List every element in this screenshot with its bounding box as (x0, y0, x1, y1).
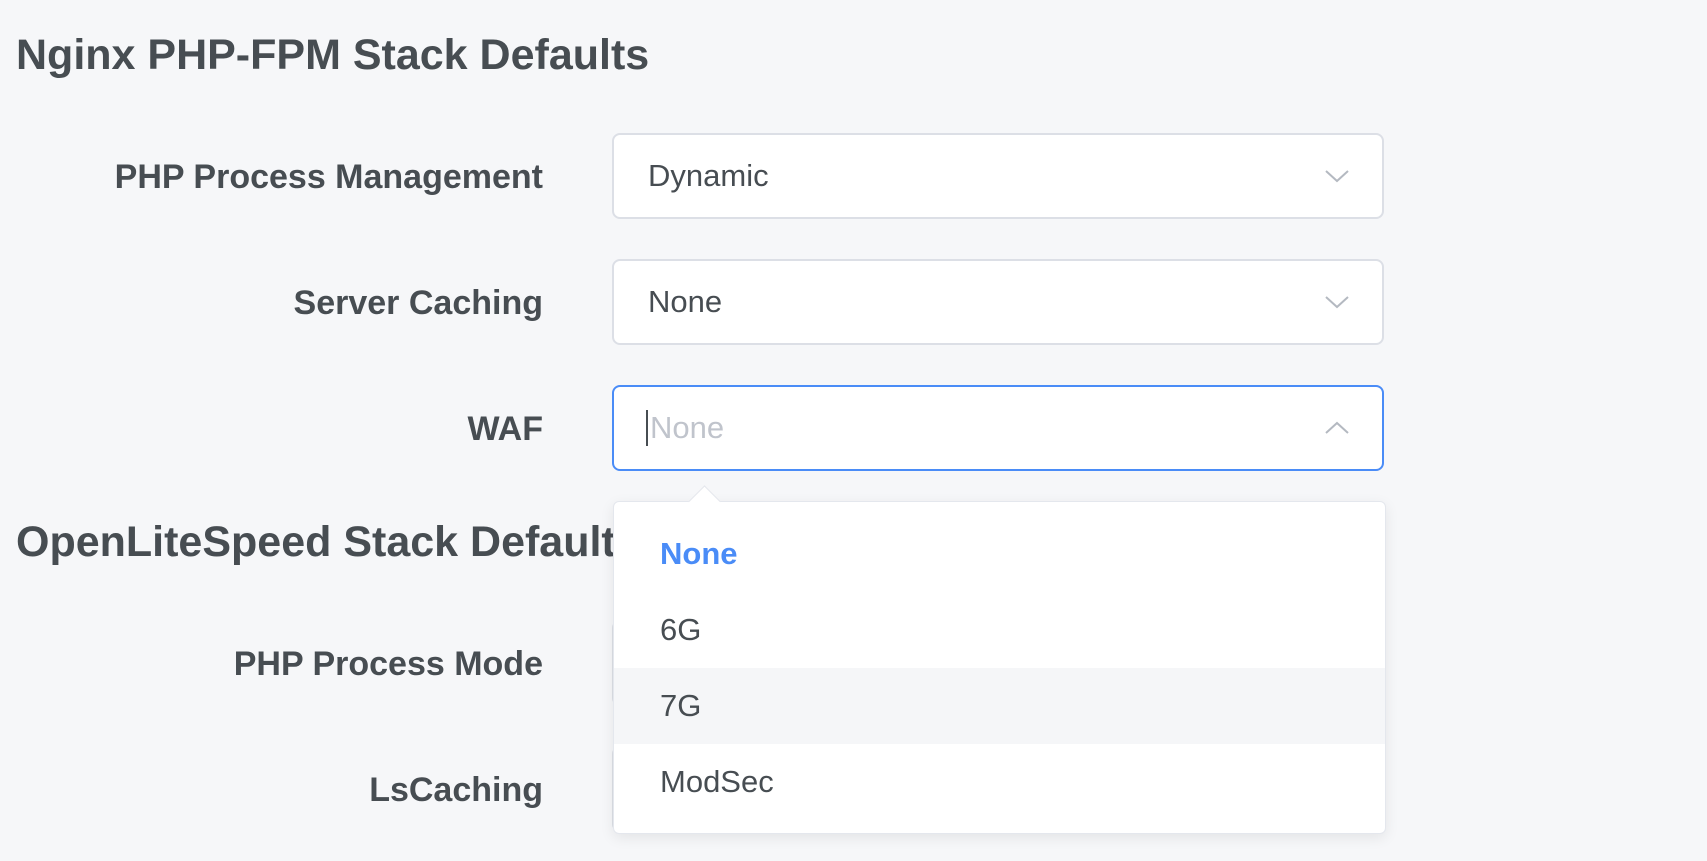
chevron-down-icon (1325, 170, 1349, 183)
waf-option-none[interactable]: None (614, 516, 1385, 592)
ols-section-title: OpenLiteSpeed Stack Defaults (16, 518, 640, 566)
server-caching-select[interactable]: None (612, 259, 1384, 345)
waf-select[interactable] (612, 385, 1384, 471)
php-process-mode-label: PHP Process Mode (233, 645, 543, 683)
php-process-management-select[interactable]: Dynamic (612, 133, 1384, 219)
lscaching-label: LsCaching (369, 771, 543, 809)
waf-option-6g[interactable]: 6G (614, 592, 1385, 668)
php-process-management-value: Dynamic (648, 158, 769, 193)
waf-dropdown-menu: None 6G 7G ModSec (613, 501, 1386, 834)
waf-label: WAF (467, 410, 543, 448)
waf-search-input[interactable] (646, 410, 1290, 446)
waf-option-modsec[interactable]: ModSec (614, 744, 1385, 820)
waf-option-7g[interactable]: 7G (614, 668, 1385, 744)
server-caching-label: Server Caching (293, 284, 543, 322)
php-process-management-label: PHP Process Management (114, 158, 543, 196)
chevron-up-icon (1325, 421, 1349, 434)
chevron-down-icon (1325, 296, 1349, 309)
server-caching-value: None (648, 284, 723, 319)
nginx-section-title: Nginx PHP-FPM Stack Defaults (16, 31, 650, 79)
